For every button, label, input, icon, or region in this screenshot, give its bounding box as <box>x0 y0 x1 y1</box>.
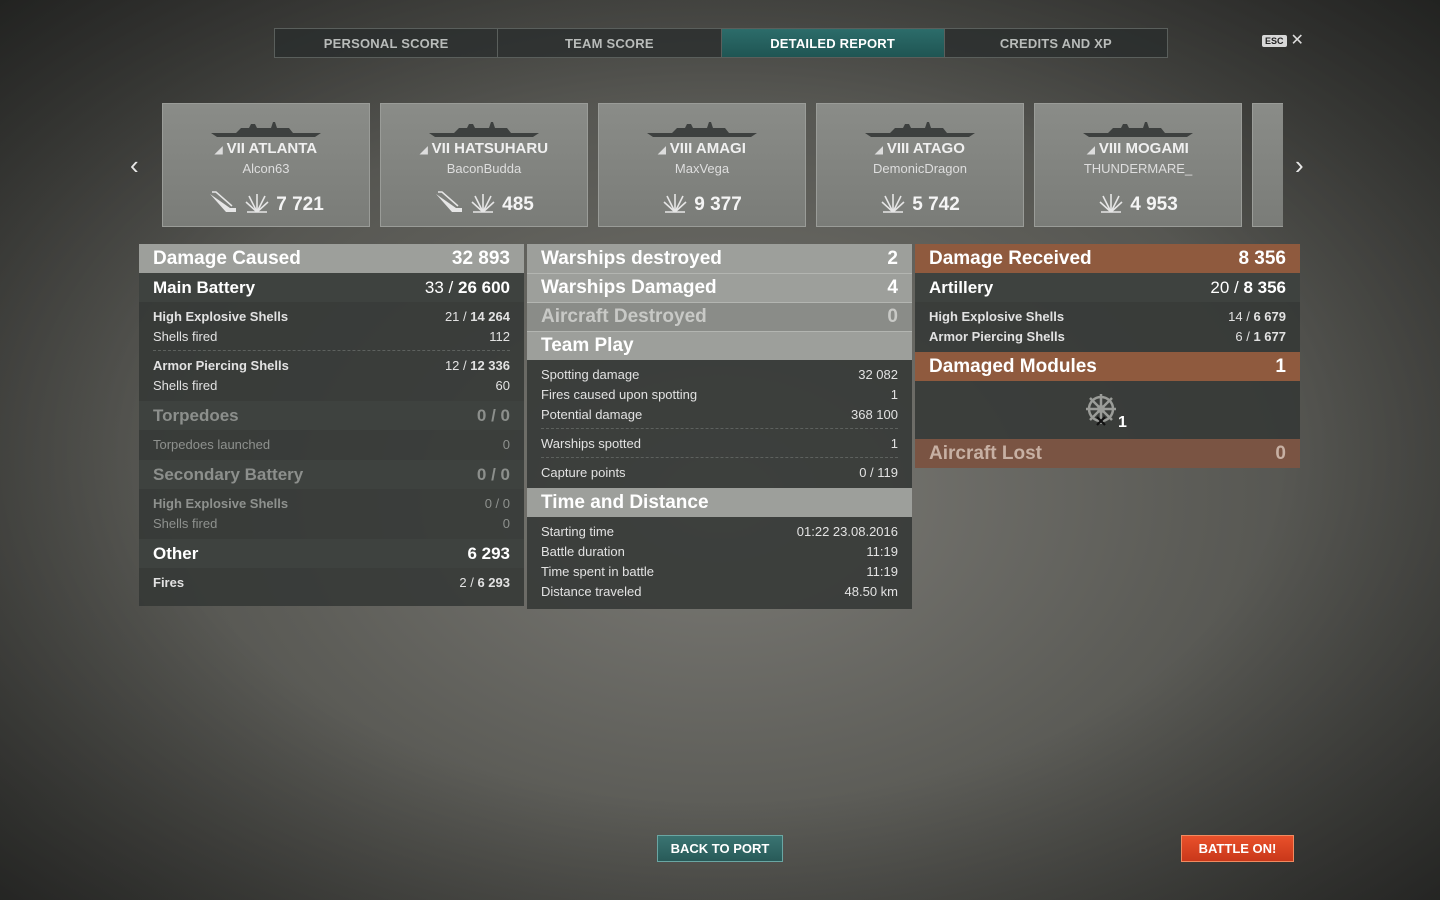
aircraft-destroyed-header: Aircraft Destroyed 0 <box>527 302 912 331</box>
stat-row: Fires caused upon spotting 1 <box>541 386 898 402</box>
ship-name: ◢ VIII ATAGO <box>875 140 965 157</box>
battle-on-button[interactable]: BATTLE ON! <box>1181 835 1294 862</box>
damage-burst-icon <box>1098 190 1124 219</box>
ship-carousel: ◢ VII ATLANTA Alcon63 7 721 ◢ VII HATSUHARU Ba… <box>162 103 1283 227</box>
secondary-battery-header: Secondary Battery 0 / 0 <box>139 460 524 489</box>
stat-row: Time spent in battle 11:19 <box>541 563 898 579</box>
ship-card[interactable]: ◢ VII HATSUHARU BaconBudda 485 <box>380 103 588 227</box>
ship-name: ◢ VII ATLANTA <box>214 140 318 157</box>
he-shells-label: High Explosive Shells <box>153 308 289 324</box>
ship-card[interactable]: ◢ VII ATLANTA Alcon63 7 721 <box>162 103 370 227</box>
damage-burst-icon <box>470 190 496 219</box>
close-button[interactable]: ESC ✕ <box>1262 32 1304 49</box>
player-name: DemonicDragon <box>873 161 967 176</box>
stat-row: Starting time 01:22 23.08.2016 <box>541 523 898 539</box>
torpedo-hit-icon <box>208 190 238 219</box>
team-play-header: Team Play <box>527 331 912 360</box>
card-damage-value: 5 742 <box>912 193 960 215</box>
card-damage-value: 4 953 <box>1130 193 1178 215</box>
other-header: Other 6 293 <box>139 539 524 568</box>
nation-flag-icon: ◢ <box>658 145 666 156</box>
damaged-modules-header: Damaged Modules 1 <box>915 352 1300 381</box>
aircraft-lost-header: Aircraft Lost 0 <box>915 439 1300 468</box>
team-panel: Warships destroyed 2 Warships Damaged 4 … <box>527 244 912 609</box>
time-distance-header: Time and Distance <box>527 488 912 517</box>
damage-caused-panel: Damage Caused 32 893 Main Battery 33 / 2… <box>139 244 524 606</box>
back-to-port-button[interactable]: BACK TO PORT <box>657 835 783 862</box>
nation-flag-icon: ◢ <box>214 145 223 156</box>
tab-personal-score[interactable]: PERSONAL SCORE <box>275 29 499 57</box>
ship-name: ◢ VIII MOGAMI <box>1087 140 1189 157</box>
torpedoes-header: Torpedoes 0 / 0 <box>139 401 524 430</box>
next-arrow-icon[interactable]: › <box>1295 152 1304 178</box>
card-stats: 485 <box>381 190 587 219</box>
card-stats: 4 953 <box>1035 190 1241 219</box>
damage-burst-icon <box>244 190 270 219</box>
main-battery-details: High Explosive Shells 21 / 14 264 Shells … <box>139 302 524 401</box>
damage-burst-icon <box>662 190 688 219</box>
damage-burst-icon <box>880 190 906 219</box>
card-stats: 5 742 <box>817 190 1023 219</box>
main-battery-header: Main Battery 33 / 26 600 <box>139 273 524 302</box>
card-damage-value: 9 377 <box>694 193 742 215</box>
damage-received-header: Damage Received 8 356 <box>915 244 1300 273</box>
tab-credits-and-xp[interactable]: CREDITS AND XP <box>945 29 1167 57</box>
nation-flag-icon: ◢ <box>1087 145 1095 156</box>
card-stats: 9 377 <box>599 190 805 219</box>
torpedoes-details: Torpedoes launched 0 <box>139 430 524 460</box>
tab-team-score[interactable]: TEAM SCORE <box>498 29 722 57</box>
ship-card-partial[interactable] <box>1252 103 1283 227</box>
warships-damaged-header: Warships Damaged 4 <box>527 273 912 302</box>
secondary-battery-details: High Explosive Shells 0 / 0 Shells fired 0 <box>139 489 524 539</box>
team-play-details: Spotting damage 32 082 Fires caused upon s… <box>527 360 912 488</box>
player-name: Alcon63 <box>242 161 290 176</box>
prev-arrow-icon[interactable]: ‹ <box>130 152 139 178</box>
ship-card[interactable]: ◢ VIII AMAGI MaxVega 9 377 <box>598 103 806 227</box>
stat-row: Potential damage 368 100 <box>541 406 898 422</box>
ship-card[interactable]: ◢ VIII MOGAMI THUNDERMARE_ 4 953 <box>1034 103 1242 227</box>
time-distance-details: Starting time 01:22 23.08.2016 Battle dura… <box>527 517 912 609</box>
module-count: 1 <box>1118 414 1127 431</box>
damage-received-panel: Damage Received 8 356 Artillery 20 / 8 3… <box>915 244 1300 468</box>
artillery-header: Artillery 20 / 8 356 <box>915 273 1300 302</box>
stat-row: Distance traveled 48.50 km <box>541 583 898 599</box>
esc-key-label: ESC <box>1262 35 1287 47</box>
damage-caused-header: Damage Caused 32 893 <box>139 244 524 273</box>
player-name: THUNDERMARE_ <box>1083 161 1193 176</box>
ship-name: ◢ VII HATSUHARU <box>419 140 549 157</box>
damaged-modules-area: 1 <box>915 381 1300 439</box>
card-stats: 7 721 <box>163 190 369 219</box>
card-damage-value: 485 <box>502 193 534 215</box>
stat-row: Battle duration 11:19 <box>541 543 898 559</box>
nation-flag-icon: ◢ <box>875 145 883 156</box>
nation-flag-icon: ◢ <box>419 145 428 156</box>
ap-shells-label: Armor Piercing Shells <box>153 357 289 373</box>
player-name: BaconBudda <box>446 161 522 176</box>
close-icon: ✕ <box>1290 32 1304 49</box>
torpedo-hit-icon <box>434 190 464 219</box>
ship-name: ◢ VIII AMAGI <box>658 140 746 157</box>
stat-row: Warships spotted 1 <box>541 435 898 451</box>
steering-module-icon <box>1086 394 1116 426</box>
player-name: MaxVega <box>674 161 730 176</box>
tab-bar: PERSONAL SCORE TEAM SCORE DETAILED REPOR… <box>274 28 1168 58</box>
card-damage-value: 7 721 <box>276 193 324 215</box>
warships-destroyed-header: Warships destroyed 2 <box>527 244 912 273</box>
artillery-details: High Explosive Shells 14 / 6 679 Armor Pi… <box>915 302 1300 352</box>
other-details: Fires 2 / 6 293 <box>139 568 524 606</box>
tab-detailed-report[interactable]: DETAILED REPORT <box>721 29 945 57</box>
stat-row: Capture points 0 / 119 <box>541 464 898 480</box>
ship-card[interactable]: ◢ VIII ATAGO DemonicDragon 5 742 <box>816 103 1024 227</box>
stat-row: Spotting damage 32 082 <box>541 366 898 382</box>
